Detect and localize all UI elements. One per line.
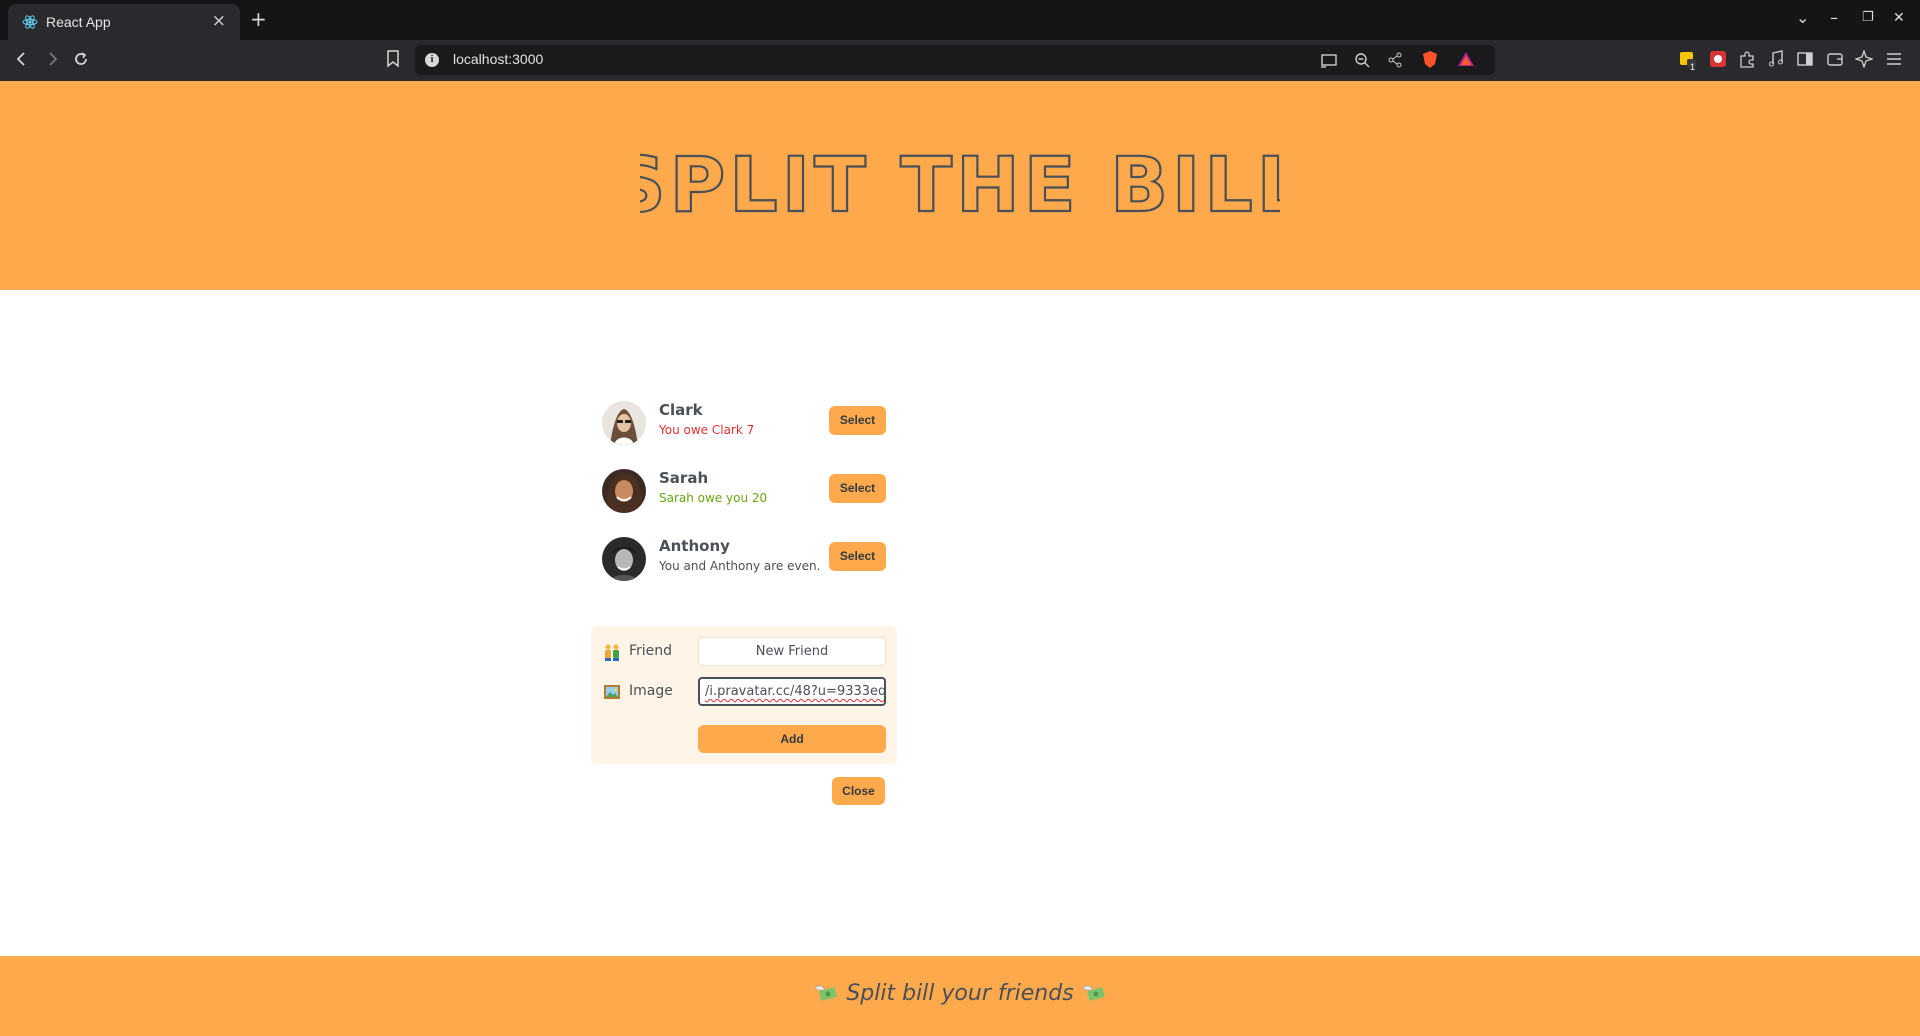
image-url-value: /i.pravatar.cc/48?u=9333eqw xyxy=(705,684,886,699)
friends-emoji-icon xyxy=(605,644,619,661)
select-button-sarah[interactable]: Select xyxy=(829,474,886,503)
extension-recorder-icon[interactable] xyxy=(1709,50,1727,68)
tab-list-chevron-icon[interactable]: ⌄ xyxy=(1796,8,1809,28)
framed-picture-icon xyxy=(604,685,620,699)
friend-name: Clark xyxy=(659,401,703,419)
minimize-icon[interactable]: – xyxy=(1830,8,1838,28)
address-bar[interactable]: i localhost:3000 xyxy=(415,45,1495,75)
forward-icon[interactable] xyxy=(44,51,60,67)
friend-balance: Sarah owe you 20 xyxy=(659,491,768,505)
friend-item-clark: Clark You owe Clark 7 Select xyxy=(590,401,900,469)
wallet-icon[interactable] xyxy=(1826,50,1844,68)
add-friend-button[interactable]: Add xyxy=(698,725,886,753)
cast-icon[interactable] xyxy=(1320,53,1338,69)
friend-item-sarah: Sarah Sarah owe you 20 Select xyxy=(590,469,900,537)
sidebar-toggle-icon[interactable] xyxy=(1796,50,1814,68)
avatar xyxy=(602,401,646,445)
footer-text: Split bill your friends xyxy=(0,981,1920,1006)
app-header: SPLIT THE BILL xyxy=(0,81,1920,290)
url-text[interactable]: localhost:3000 xyxy=(453,51,543,67)
app-title-graphic: SPLIT THE BILL xyxy=(640,143,1280,223)
money-with-wings-icon xyxy=(1082,985,1105,1001)
friend-name-input[interactable]: New Friend xyxy=(698,637,886,666)
site-info-icon[interactable]: i xyxy=(425,53,439,67)
friend-item-anthony: Anthony You and Anthony are even. Select xyxy=(590,537,900,605)
app-title: SPLIT THE BILL xyxy=(640,143,1280,223)
select-button-clark[interactable]: Select xyxy=(829,406,886,435)
back-icon[interactable] xyxy=(14,51,30,67)
app-footer: Split bill your friends xyxy=(0,956,1920,1036)
image-label: Image xyxy=(629,683,673,699)
leo-ai-icon[interactable] xyxy=(1855,50,1873,68)
footer-tagline: Split bill your friends xyxy=(846,981,1074,1006)
friends-list: Clark You owe Clark 7 Select Sarah Sarah… xyxy=(590,401,900,605)
select-button-anthony[interactable]: Select xyxy=(829,542,886,571)
friend-balance: You owe Clark 7 xyxy=(659,423,755,437)
friend-label: Friend xyxy=(629,643,673,659)
friend-name: Anthony xyxy=(659,537,730,555)
money-with-wings-icon xyxy=(814,985,838,1001)
close-window-icon[interactable]: ✕ xyxy=(1893,8,1905,28)
bookmark-icon[interactable] xyxy=(386,50,400,68)
add-friend-form: Friend New Friend Image /i.pravatar.cc/4… xyxy=(591,626,897,764)
friend-name: Sarah xyxy=(659,469,709,487)
tab-close-icon[interactable]: × xyxy=(212,11,226,31)
extension-badge: 1 xyxy=(1690,62,1696,72)
browser-tab[interactable]: React App × xyxy=(8,4,240,40)
browser-toolbar: i localhost:3000 1 xyxy=(0,40,1920,81)
media-music-icon[interactable] xyxy=(1767,50,1785,68)
brave-rewards-icon[interactable] xyxy=(1457,51,1475,67)
browser-tab-bar: React App × + ⌄ – ❐ ✕ xyxy=(0,0,1920,40)
close-form-button[interactable]: Close xyxy=(832,777,885,805)
app-page: SPLIT THE BILL Clark You owe Clark 7 Sel… xyxy=(0,81,1920,1036)
share-icon[interactable] xyxy=(1387,52,1403,68)
tab-title: React App xyxy=(46,14,111,30)
new-tab-icon[interactable]: + xyxy=(250,8,267,30)
restore-icon[interactable]: ❐ xyxy=(1862,8,1874,28)
react-icon xyxy=(22,15,38,29)
menu-hamburger-icon[interactable] xyxy=(1885,50,1903,68)
avatar xyxy=(602,537,646,581)
extensions-puzzle-icon[interactable] xyxy=(1738,50,1756,68)
image-url-input[interactable]: /i.pravatar.cc/48?u=9333eqw xyxy=(698,677,886,706)
avatar xyxy=(602,469,646,513)
brave-shield-icon[interactable] xyxy=(1422,50,1438,69)
friend-balance: You and Anthony are even. xyxy=(659,559,821,573)
zoom-out-icon[interactable] xyxy=(1354,52,1370,68)
app-title-logo: SPLIT THE BILL xyxy=(0,143,1920,223)
reload-icon[interactable] xyxy=(73,51,89,67)
